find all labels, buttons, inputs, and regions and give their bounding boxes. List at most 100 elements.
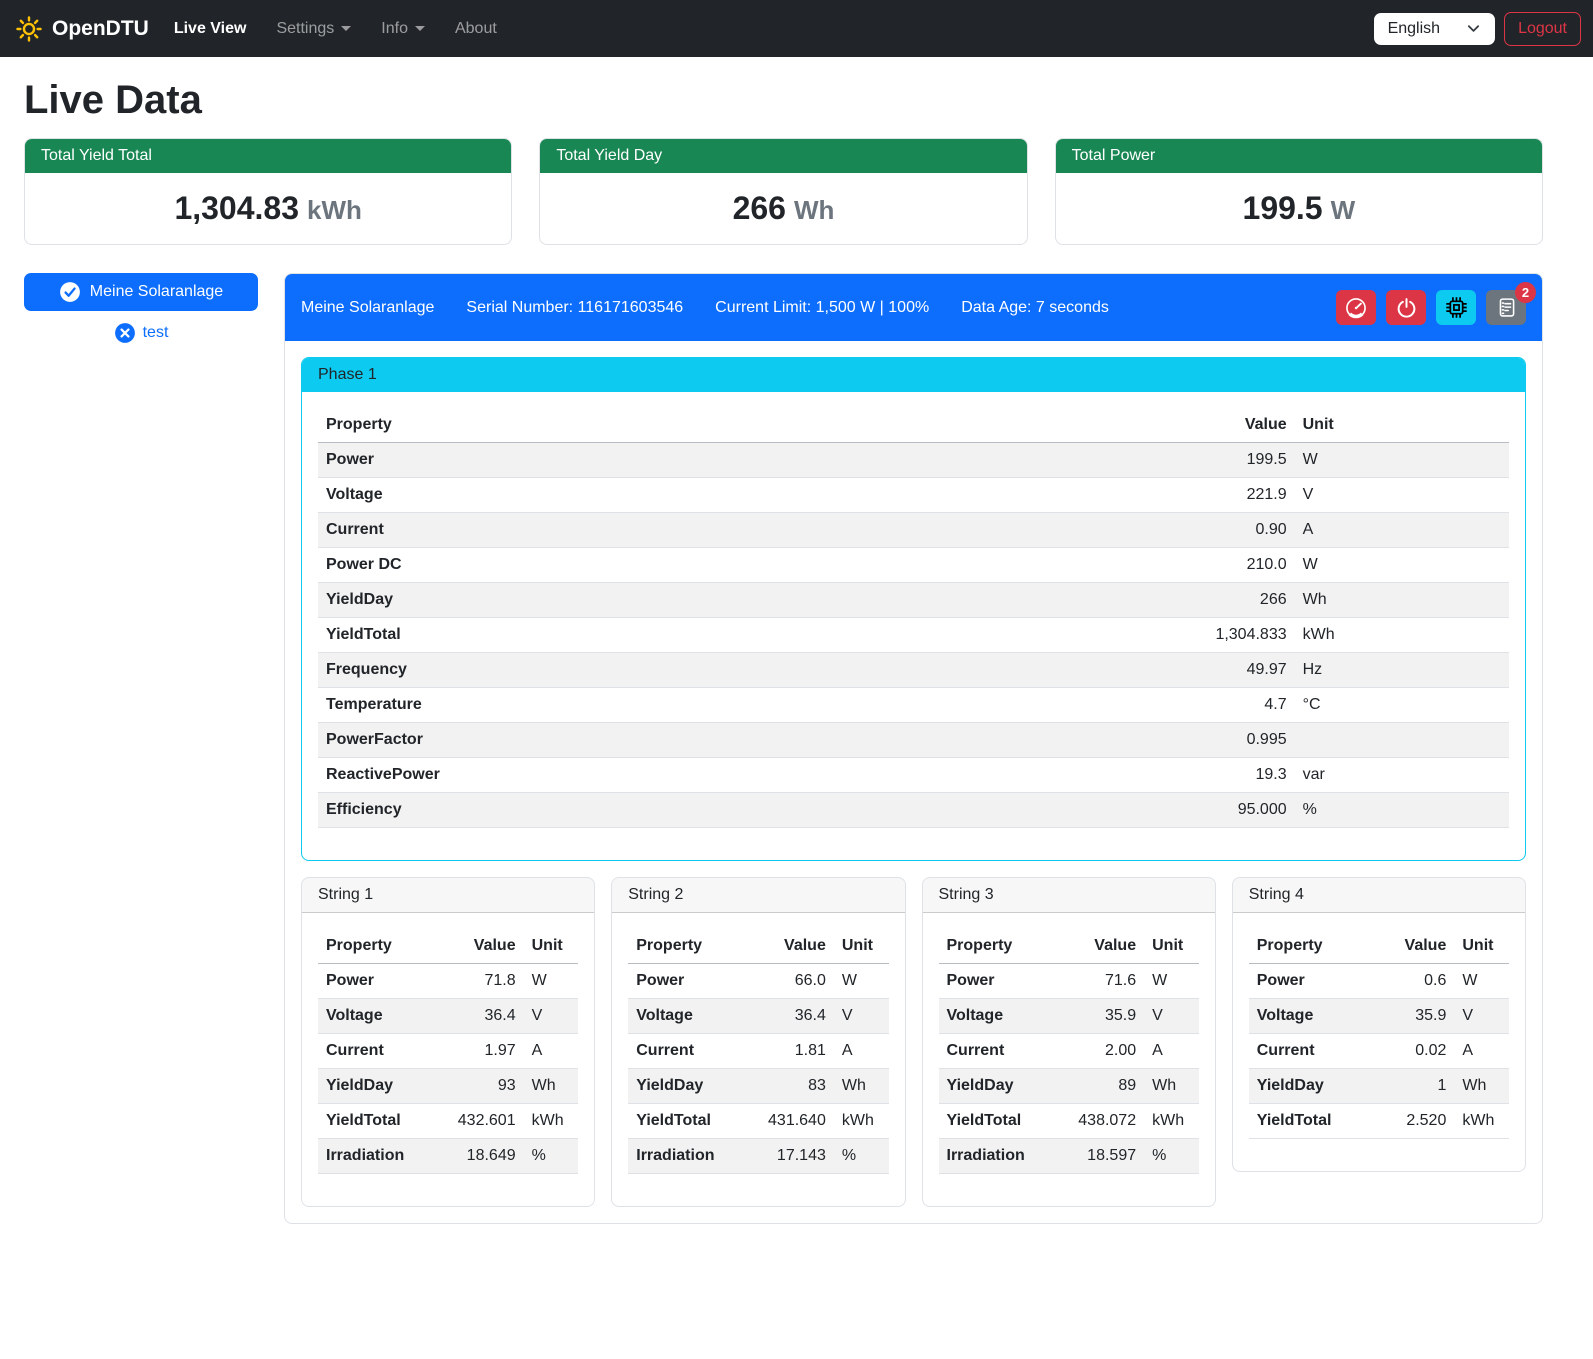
inverter-item-test-label: test bbox=[143, 324, 169, 342]
chevron-down-icon bbox=[1466, 21, 1481, 36]
language-select[interactable]: English bbox=[1374, 13, 1495, 45]
power-button[interactable] bbox=[1386, 290, 1426, 325]
table-row: YieldDay89Wh bbox=[939, 1069, 1199, 1104]
table-row: Power0.6W bbox=[1249, 964, 1509, 999]
summary-card: Total Power 199.5W bbox=[1055, 138, 1543, 245]
table-row: YieldTotal431.640kWh bbox=[628, 1104, 888, 1139]
table-row: Frequency49.97Hz bbox=[318, 653, 1509, 688]
logout-button[interactable]: Logout bbox=[1504, 12, 1581, 46]
phase-table: Property Value Unit Power199.5WVoltage22… bbox=[318, 408, 1509, 828]
table-row: Current2.00A bbox=[939, 1034, 1199, 1069]
summary-card-value: 1,304.83 bbox=[174, 190, 299, 226]
table-header-row: Property Value Unit bbox=[318, 929, 578, 964]
nav-item-settings[interactable]: Settings bbox=[261, 12, 366, 46]
inverter-current-limit: Current Limit: 1,500 W | 100% bbox=[715, 299, 929, 317]
table-row: YieldDay93Wh bbox=[318, 1069, 578, 1104]
nav-item-about[interactable]: About bbox=[440, 12, 512, 46]
table-row: Irradiation18.597% bbox=[939, 1139, 1199, 1174]
inverter-select-button[interactable]: Meine Solaranlage bbox=[24, 273, 258, 311]
phase-card: Phase 1 Property Value Unit Power199.5WV… bbox=[301, 357, 1526, 861]
table-row: YieldTotal2.520kWh bbox=[1249, 1104, 1509, 1139]
caret-down-icon bbox=[415, 26, 425, 36]
table-row: Temperature4.7°C bbox=[318, 688, 1509, 723]
brand-label: OpenDTU bbox=[52, 17, 149, 41]
event-count-badge: 2 bbox=[1515, 282, 1536, 303]
journal-icon bbox=[1496, 297, 1517, 318]
inverter-selector: Meine Solaranlage test bbox=[24, 273, 258, 344]
string-card: String 1 Property Value Unit bbox=[301, 877, 595, 1207]
summary-card: Total Yield Day 266 Wh bbox=[539, 138, 1027, 245]
main-container: Live Data Total Yield Total 1,304.83 kWh … bbox=[0, 78, 1567, 1238]
device-info-button[interactable] bbox=[1436, 290, 1476, 325]
summary-cards: Total Yield Total 1,304.83 kWh Total Yiel… bbox=[24, 138, 1543, 245]
string-table: Property Value Unit Power71.8WVoltage36.… bbox=[318, 929, 578, 1174]
inverter-actions: 2 bbox=[1336, 290, 1526, 325]
string-table: Property Value Unit Power66.0WVoltage36.… bbox=[628, 929, 888, 1174]
inverter-item-test[interactable]: test bbox=[24, 322, 258, 344]
inverter-name: Meine Solaranlage bbox=[301, 299, 434, 317]
table-row: ReactivePower19.3var bbox=[318, 758, 1509, 793]
table-row: YieldDay83Wh bbox=[628, 1069, 888, 1104]
string-table-body: Power0.6WVoltage35.9VCurrent0.02AYieldDa… bbox=[1249, 964, 1509, 1139]
strings-row: String 1 Property Value Unit bbox=[301, 877, 1526, 1207]
inverter-card-header: Meine Solaranlage Serial Number: 1161716… bbox=[285, 274, 1542, 341]
string-table-body: Power71.8WVoltage36.4VCurrent1.97AYieldD… bbox=[318, 964, 578, 1174]
table-header-row: Property Value Unit bbox=[318, 408, 1509, 443]
brand-link[interactable]: OpenDTU bbox=[16, 16, 149, 42]
table-row: Irradiation17.143% bbox=[628, 1139, 888, 1174]
table-row: Power71.6W bbox=[939, 964, 1199, 999]
string-card-title: String 4 bbox=[1233, 878, 1525, 913]
summary-card-title: Total Yield Total bbox=[25, 139, 511, 173]
table-row: Power66.0W bbox=[628, 964, 888, 999]
summary-card-unit: W bbox=[1331, 195, 1356, 225]
table-header-row: Property Value Unit bbox=[628, 929, 888, 964]
table-row: PowerFactor0.995 bbox=[318, 723, 1509, 758]
summary-card-value: 199.5 bbox=[1243, 190, 1323, 226]
table-row: YieldTotal432.601kWh bbox=[318, 1104, 578, 1139]
string-table: Property Value Unit Power0.6WVoltage35.9… bbox=[1249, 929, 1509, 1139]
table-row: Irradiation18.649% bbox=[318, 1139, 578, 1174]
nav-links: Live View Settings Info About bbox=[159, 12, 512, 46]
table-row: Power199.5W bbox=[318, 443, 1509, 478]
string-table-body: Power66.0WVoltage36.4VCurrent1.81AYieldD… bbox=[628, 964, 888, 1174]
summary-card-unit: kWh bbox=[307, 195, 362, 225]
x-circle-icon bbox=[114, 322, 136, 344]
string-card: String 3 Property Value Unit bbox=[922, 877, 1216, 1207]
table-row: Power71.8W bbox=[318, 964, 578, 999]
event-log-button[interactable]: 2 bbox=[1486, 290, 1526, 325]
power-icon bbox=[1396, 297, 1417, 318]
summary-card-title: Total Yield Day bbox=[540, 139, 1026, 173]
limit-settings-button[interactable] bbox=[1336, 290, 1376, 325]
phase-card-title: Phase 1 bbox=[302, 358, 1525, 392]
summary-card-unit: Wh bbox=[794, 195, 834, 225]
string-card-title: String 2 bbox=[612, 878, 904, 913]
string-table-body: Power71.6WVoltage35.9VCurrent2.00AYieldD… bbox=[939, 964, 1199, 1174]
table-row: Current0.02A bbox=[1249, 1034, 1509, 1069]
table-row: Voltage35.9V bbox=[1249, 999, 1509, 1034]
table-row: YieldDay266Wh bbox=[318, 583, 1509, 618]
table-row: Voltage35.9V bbox=[939, 999, 1199, 1034]
table-row: YieldDay1Wh bbox=[1249, 1069, 1509, 1104]
navbar-right: English Logout bbox=[1374, 12, 1581, 46]
table-row: Current0.90A bbox=[318, 513, 1509, 548]
table-row: Efficiency95.000% bbox=[318, 793, 1509, 828]
table-header-row: Property Value Unit bbox=[939, 929, 1199, 964]
nav-item-live-view[interactable]: Live View bbox=[159, 12, 262, 46]
table-row: Voltage36.4V bbox=[628, 999, 888, 1034]
string-card: String 2 Property Value Unit bbox=[611, 877, 905, 1207]
table-row: Voltage221.9V bbox=[318, 478, 1509, 513]
navbar: OpenDTU Live View Settings Info About En… bbox=[0, 0, 1593, 57]
table-row: Power DC210.0W bbox=[318, 548, 1509, 583]
inverter-select-label: Meine Solaranlage bbox=[90, 283, 223, 301]
phase-table-body: Power199.5WVoltage221.9VCurrent0.90APowe… bbox=[318, 443, 1509, 828]
string-card: String 4 Property Value Unit bbox=[1232, 877, 1526, 1172]
summary-card-value: 266 bbox=[733, 190, 786, 226]
check-circle-icon bbox=[59, 281, 81, 303]
page-title: Live Data bbox=[24, 78, 1543, 123]
table-row: YieldTotal438.072kWh bbox=[939, 1104, 1199, 1139]
cpu-icon bbox=[1445, 296, 1468, 319]
nav-item-info[interactable]: Info bbox=[366, 12, 440, 46]
inverter-card-body: Phase 1 Property Value Unit Power199.5WV… bbox=[285, 341, 1542, 1223]
language-select-value: English bbox=[1388, 20, 1440, 38]
table-header-row: Property Value Unit bbox=[1249, 929, 1509, 964]
